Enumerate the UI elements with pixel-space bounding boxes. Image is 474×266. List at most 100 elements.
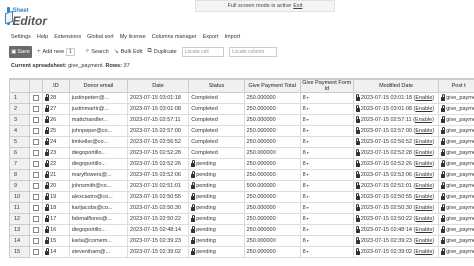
table-row[interactable]: 4 25 johnpeper@co... 2023-07-15 02:57:00 Com… [9,125,474,137]
column-header-form-id[interactable]: Give Payment Form Id [299,79,354,93]
status-cell[interactable]: Completed [188,136,245,148]
table-row[interactable]: 15 14 steveniham@... 2023-07-15 02:39:02 pen… [9,246,474,258]
total-cell[interactable]: 500.000000 [243,180,301,192]
table-row[interactable]: 9 20 johnsmith@co... 2023-07-15 02:51:01 pen… [9,180,474,192]
date-cell[interactable]: 2023-07-15 02:52:06 [126,169,190,181]
form-id-cell[interactable]: 8▾ [299,213,354,225]
column-header-total[interactable]: Give Payment Total [243,79,301,93]
bulk-edit-button[interactable]: ↘ Bulk Edit [114,46,143,58]
date-cell[interactable]: 2023-07-15 02:51:01 [126,180,190,192]
modified-date-cell[interactable]: 2023-07-15 02:52:28 (Enable) [352,147,440,159]
status-cell[interactable]: pending [188,202,245,214]
id-cell[interactable]: 19 [42,191,70,203]
status-cell[interactable]: Completed [188,103,245,115]
search-button[interactable]: ⌕ Search [86,46,109,58]
enable-link[interactable]: Enable [415,117,432,123]
enable-link[interactable]: Enable [415,238,432,244]
column-header-donor-email[interactable]: Donor email [68,79,128,93]
post-type-cell[interactable]: give_payme [438,92,474,104]
donor-email-cell[interactable]: justinpeterr@... [68,92,128,104]
id-cell[interactable]: 27 [42,103,70,115]
row-checkbox[interactable] [32,193,39,200]
total-cell[interactable]: 250.000000 [243,246,301,258]
id-cell[interactable]: 24 [42,136,70,148]
status-cell[interactable]: Completed [188,147,245,159]
dropdown-arrow-icon[interactable]: ▾ [307,106,309,111]
donor-email-cell[interactable]: steveniham@... [68,246,128,258]
enable-link[interactable]: Enable [415,216,432,222]
modified-date-cell[interactable]: 2023-07-15 02:39:02 (Enable) [352,246,440,258]
menu-global-sort[interactable]: Global sort [87,34,114,43]
post-type-cell[interactable]: give_payme [438,147,474,159]
post-type-cell[interactable]: give_payme [438,158,474,170]
id-cell[interactable]: 26 [42,114,70,126]
form-id-cell[interactable]: 8▾ [299,169,354,181]
status-cell[interactable]: Completed [188,114,245,126]
total-cell[interactable]: 250.000000 [243,114,301,126]
total-cell[interactable]: 250.000000 [243,125,301,137]
total-cell[interactable]: 250.000000 [243,202,301,214]
table-row[interactable]: 1 28 justinpeterr@... 2023-07-15 03:01:18 Co… [9,92,474,104]
table-row[interactable]: 12 17 fabmalflores@... 2023-07-15 02:50:22 p… [9,213,474,225]
date-cell[interactable]: 2023-07-15 02:50:22 [126,213,190,225]
status-cell[interactable]: pending [188,224,245,236]
menu-columns-manager[interactable]: Columns manager [152,34,197,43]
id-cell[interactable]: 17 [42,213,70,225]
column-header-date[interactable]: Date [126,79,190,93]
post-type-cell[interactable]: give_payme [438,180,474,192]
form-id-cell[interactable]: 8▾ [299,202,354,214]
menu-export[interactable]: Export [203,34,219,43]
date-cell[interactable]: 2023-07-15 02:50:30 [126,202,190,214]
post-type-cell[interactable]: give_payme [438,169,474,181]
table-row[interactable]: 14 15 karla@comem... 2023-07-15 02:39:23 pen… [9,235,474,247]
total-cell[interactable]: 250.000000 [243,92,301,104]
donor-email-cell[interactable]: diegoportillo... [68,224,128,236]
row-checkbox[interactable] [32,160,39,167]
save-button[interactable]: ▣ Save [9,45,32,58]
id-cell[interactable]: 22 [42,158,70,170]
enable-link[interactable]: Enable [415,205,432,211]
menu-my-license[interactable]: My license [120,34,146,43]
enable-link[interactable]: Enable [415,249,432,255]
table-row[interactable]: 11 18 karljacobs@co... 2023-07-15 02:50:30 p… [9,202,474,214]
column-header-post-type[interactable]: Post t [438,79,474,93]
menu-import[interactable]: Import [225,34,241,43]
id-cell[interactable]: 16 [42,224,70,236]
post-type-cell[interactable]: give_payme [438,125,474,137]
date-cell[interactable]: 2023-07-15 02:56:52 [126,136,190,148]
status-cell[interactable]: pending [188,158,245,170]
id-cell[interactable]: 21 [42,169,70,181]
modified-date-cell[interactable]: 2023-07-15 02:56:52 (Enable) [352,136,440,148]
enable-link[interactable]: Enable [415,183,432,189]
donor-email-cell[interactable]: karla@comem... [68,235,128,247]
enable-link[interactable]: Enable [415,161,432,167]
donor-email-cell[interactable]: johnsmith@co... [68,180,128,192]
dropdown-arrow-icon[interactable]: ▾ [307,95,309,100]
dropdown-arrow-icon[interactable]: ▾ [307,161,309,166]
donor-email-cell[interactable]: alexcastro@co... [68,191,128,203]
form-id-cell[interactable]: 8▾ [299,235,354,247]
dropdown-arrow-icon[interactable]: ▾ [307,194,309,199]
modified-date-cell[interactable]: 2023-07-15 02:50:22 (Enable) [352,213,440,225]
exit-fullscreen-link[interactable]: Exit [293,3,302,9]
row-checkbox[interactable] [32,94,39,101]
status-cell[interactable]: pending [188,213,245,225]
dropdown-arrow-icon[interactable]: ▾ [307,205,309,210]
modified-date-cell[interactable]: 2023-07-15 02:57:11 (Enable) [352,114,440,126]
modified-date-cell[interactable]: 2023-07-15 02:39:23 (Enable) [352,235,440,247]
row-checkbox[interactable] [32,182,39,189]
enable-link[interactable]: Enable [415,150,432,156]
form-id-cell[interactable]: 8▾ [299,158,354,170]
id-cell[interactable]: 20 [42,180,70,192]
add-count-input[interactable]: 1 [65,47,75,56]
date-cell[interactable]: 2023-07-15 02:52:26 [126,158,190,170]
date-cell[interactable]: 2023-07-15 02:39:02 [126,246,190,258]
date-cell[interactable]: 2023-07-15 03:01:08 [126,103,190,115]
duplicate-button[interactable]: ⧉ Duplicate [147,46,176,58]
enable-link[interactable]: Enable [415,172,432,178]
menu-settings[interactable]: Settings [11,34,31,43]
table-row[interactable]: 6 23 diegoportillo... 2023-07-15 02:52:28 Co… [9,147,474,159]
enable-link[interactable]: Enable [415,139,432,145]
status-cell[interactable]: Completed [188,92,245,104]
total-cell[interactable]: 250.000000 [243,224,301,236]
